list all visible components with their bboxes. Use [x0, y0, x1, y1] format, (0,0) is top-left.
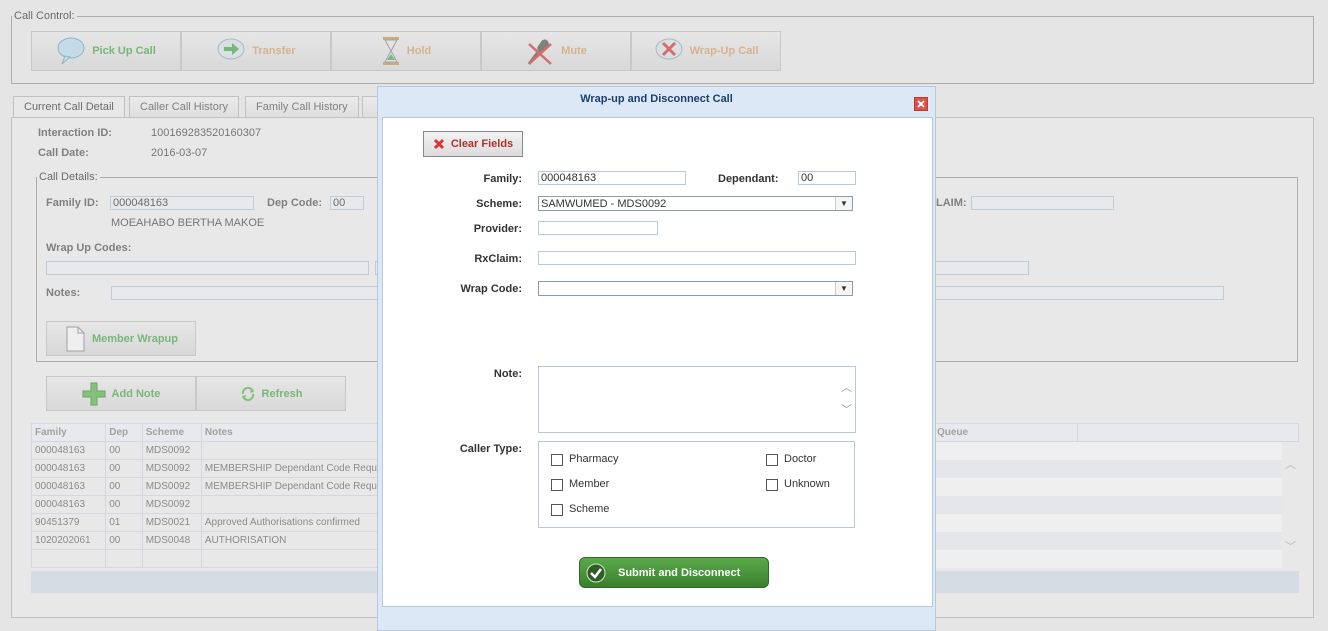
clear-fields-label: Clear Fields — [450, 138, 514, 150]
clear-fields-button[interactable]: Clear Fields — [423, 131, 523, 157]
pharmacy-label: Pharmacy — [569, 453, 619, 465]
chevron-down-icon[interactable]: ▼ — [835, 197, 852, 210]
close-button[interactable] — [914, 97, 928, 111]
red-x-icon — [433, 138, 444, 150]
scroll-down-icon[interactable]: ﹀ — [841, 401, 852, 417]
chevron-down-icon[interactable]: ▼ — [835, 282, 852, 295]
caller-type-group: Pharmacy Doctor Member Unknown Scheme — [538, 441, 855, 528]
doctor-label: Doctor — [784, 453, 817, 465]
scheme-label: Scheme: — [476, 198, 522, 210]
scheme-select[interactable]: SAMWUMED - MDS0092 ▼ — [538, 196, 853, 211]
scheme-type-label: Scheme — [569, 503, 610, 515]
submit-label: Submit and Disconnect — [618, 566, 741, 579]
note-textarea[interactable]: ︿ ﹀ — [538, 366, 856, 433]
submit-and-disconnect-button[interactable]: Submit and Disconnect — [579, 557, 769, 588]
rxclaim-label: RxClaim: — [474, 253, 522, 265]
wrap-code-label: Wrap Code: — [460, 283, 522, 295]
family-label: Family: — [483, 173, 522, 185]
scheme-selected-value: SAMWUMED - MDS0092 — [541, 197, 667, 210]
pharmacy-checkbox[interactable] — [551, 454, 563, 466]
family-field[interactable]: 000048163 — [538, 171, 686, 185]
unknown-checkbox[interactable] — [766, 479, 778, 491]
note-label: Note: — [493, 368, 522, 380]
provider-label: Provider: — [473, 223, 522, 235]
wrap-up-dialog: Wrap-up and Disconnect Call Clear Fields… — [377, 86, 936, 631]
dependant-label: Dependant: — [718, 173, 779, 185]
member-label: Member — [569, 478, 610, 490]
caller-type-label: Caller Type: — [459, 443, 522, 455]
provider-field[interactable] — [538, 221, 658, 235]
dialog-body: Clear Fields Family: 000048163 Dependant… — [382, 117, 933, 607]
scroll-up-icon[interactable]: ︿ — [841, 379, 852, 395]
scheme-checkbox[interactable] — [551, 504, 563, 516]
dialog-title: Wrap-up and Disconnect Call — [580, 93, 733, 105]
close-icon — [915, 98, 927, 110]
wrap-code-select[interactable]: ▼ — [538, 281, 853, 296]
dependant-field[interactable]: 00 — [798, 171, 856, 185]
check-icon — [586, 563, 606, 582]
unknown-label: Unknown — [784, 478, 830, 490]
member-checkbox[interactable] — [551, 479, 563, 491]
doctor-checkbox[interactable] — [766, 454, 778, 466]
rxclaim-field[interactable] — [538, 251, 856, 265]
